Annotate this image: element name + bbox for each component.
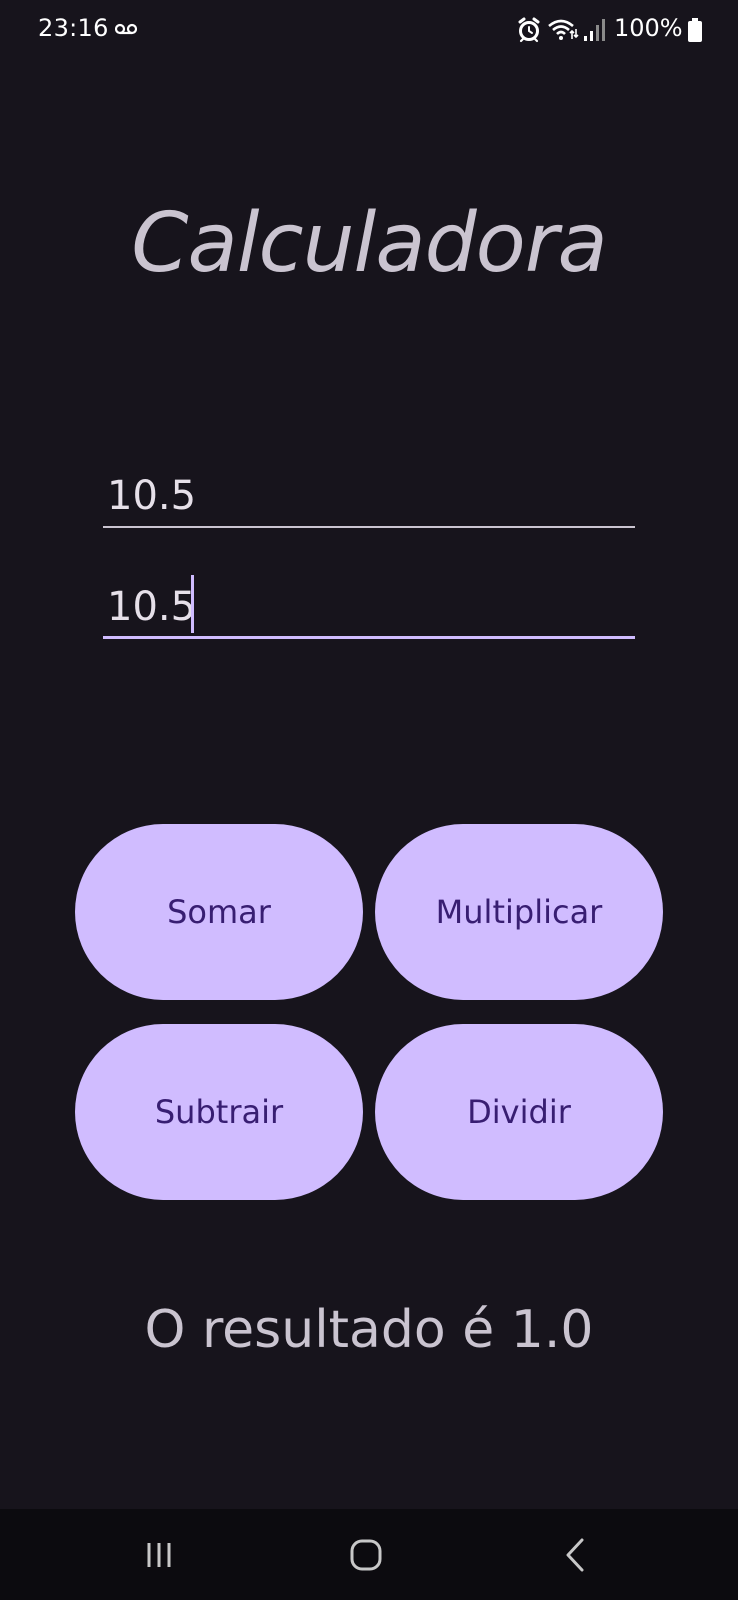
result-text: O resultado é 1.0 <box>144 1300 594 1360</box>
back-icon[interactable] <box>556 1535 596 1575</box>
home-icon[interactable] <box>346 1535 386 1575</box>
second-number-field[interactable] <box>103 577 635 639</box>
first-number-field[interactable] <box>103 466 635 528</box>
wifi-icon <box>548 19 579 40</box>
battery-icon <box>688 18 702 42</box>
alarm-icon <box>518 17 540 43</box>
voicemail-icon <box>115 23 137 35</box>
status-time: 23:16 <box>38 14 109 42</box>
multiply-button[interactable]: Multiplicar <box>375 824 663 1000</box>
add-button[interactable]: Somar <box>75 824 363 1000</box>
status-bar: 23:16 100% <box>0 0 738 60</box>
first-number-input[interactable] <box>103 466 635 526</box>
navigation-bar <box>0 1509 738 1600</box>
subtract-button[interactable]: Subtrair <box>75 1024 363 1200</box>
app-title: Calculadora <box>131 196 608 291</box>
signal-icon <box>584 19 605 41</box>
recents-icon[interactable] <box>141 1535 181 1575</box>
divide-button[interactable]: Dividir <box>375 1024 663 1200</box>
first-field-underline <box>103 526 635 528</box>
second-number-input[interactable] <box>103 577 635 637</box>
battery-percentage: 100% <box>614 14 683 42</box>
text-cursor <box>191 575 194 633</box>
second-field-underline <box>103 636 635 639</box>
